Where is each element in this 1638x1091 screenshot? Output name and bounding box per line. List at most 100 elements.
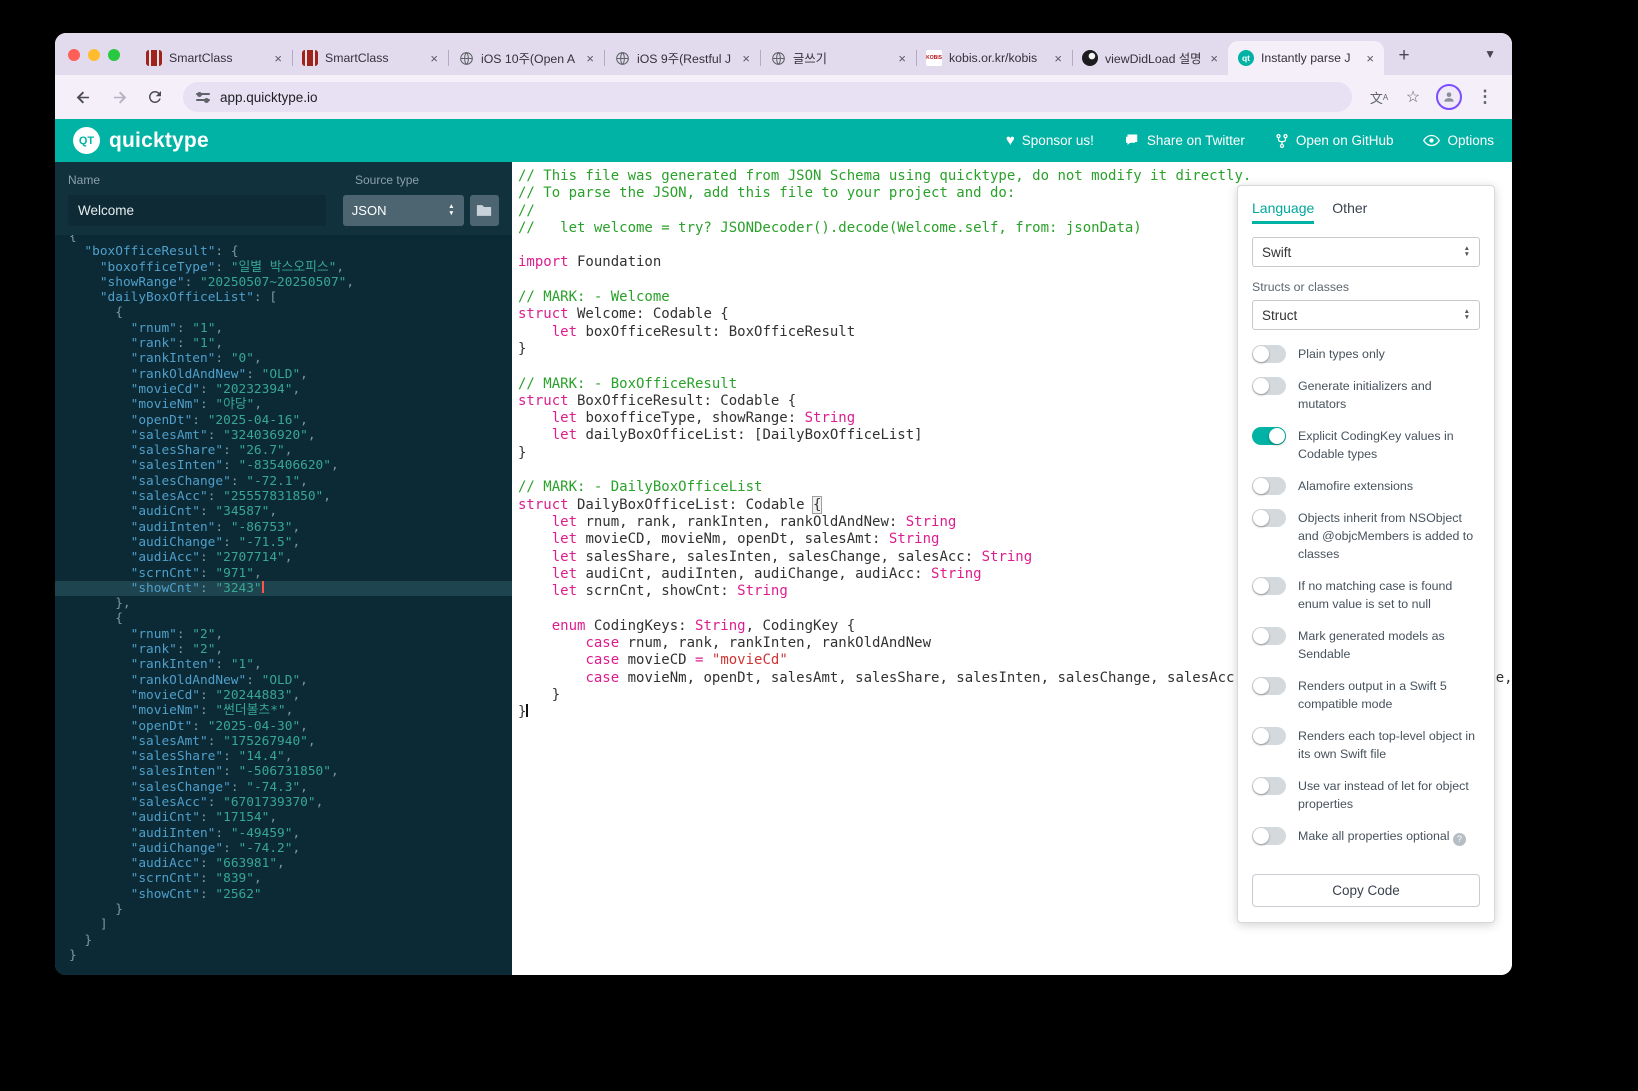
tab-close-icon[interactable]: × [896,51,908,66]
address-bar[interactable]: app.quicktype.io [183,82,1352,112]
browser-tab[interactable]: iOS 9주(Restful J × [604,41,760,75]
heart-icon: ♥ [1005,132,1015,149]
forward-button[interactable] [103,81,135,113]
bookmark-star-icon[interactable]: ☆ [1398,82,1428,112]
toggle-switch[interactable] [1252,676,1286,695]
tab-title: iOS 10주(Open A [481,52,576,66]
toggle-switch[interactable] [1252,476,1286,495]
option-row: Use var instead of let for object proper… [1252,776,1480,814]
toggle-knob [1253,577,1269,594]
browser-tab[interactable]: SmartClass × [292,41,448,75]
desktop-background: SmartClass × SmartClass × iOS 10주(Open A × iOS… [0,0,1638,1091]
profile-avatar[interactable] [1436,84,1462,110]
tab-close-icon[interactable]: × [1364,51,1376,66]
structs-select[interactable]: Struct ▲ ▼ [1252,300,1480,330]
toggle-switch[interactable] [1252,426,1286,445]
tab-other[interactable]: Other [1332,200,1367,224]
toggle-label: Renders each top-level object in its own… [1298,728,1476,761]
minimize-window-button[interactable] [88,49,100,61]
toggle-switch[interactable] [1252,626,1286,645]
json-line: "audiChange": "-71.5", [130,534,301,550]
toggle-switch[interactable] [1252,376,1286,395]
tab-language[interactable]: Language [1252,200,1315,224]
toggle-switch[interactable] [1252,776,1286,795]
toggle-label: Make all properties optional ? [1298,827,1466,846]
tab-close-icon[interactable]: × [1208,51,1220,66]
language-select[interactable]: Swift ▲ ▼ [1252,237,1480,267]
translate-icon[interactable]: 文A [1364,82,1394,112]
person-icon [1444,92,1454,102]
quicktype-brand[interactable]: QT quicktype [73,127,209,154]
reload-button[interactable] [139,81,171,113]
text-cursor [261,580,264,593]
json-editor[interactable]: { "boxOfficeResult": { "boxofficeType": … [55,235,512,975]
toggle-switch[interactable] [1252,576,1286,595]
toggle-switch[interactable] [1252,508,1286,527]
back-arrow-icon [76,90,89,104]
json-line: } [69,947,77,963]
close-window-button[interactable] [68,49,80,61]
browser-tab[interactable]: viewDidLoad 설명 × [1072,41,1228,75]
tab-close-icon[interactable]: × [428,51,440,66]
name-label: Name [68,173,101,187]
globe-favicon [770,50,786,66]
tab-close-icon[interactable]: × [584,51,596,66]
panel-tabs: Language Other [1252,200,1480,224]
json-line: "movieNm": "야당", [130,397,263,413]
share-twitter-link[interactable]: Share on Twitter [1124,133,1245,148]
json-line: "movieNm": "썬더볼츠*", [130,703,294,719]
tab-close-icon[interactable]: × [272,51,284,66]
options-link[interactable]: Options [1423,133,1494,148]
page-content: Name Source type JSON ▲▼ { "b [55,162,1512,975]
browser-tab[interactable]: KOBIS kobis.or.kr/kobis × [916,41,1072,75]
open-file-button[interactable] [469,195,499,226]
json-line: "showRange": "20250507~20250507", [99,274,355,290]
tab-close-icon[interactable]: × [1052,51,1064,66]
name-input[interactable] [68,195,326,226]
new-tab-button[interactable]: + [1390,42,1418,70]
select-arrows-icon: ▲ ▼ [1463,244,1470,258]
header-links: ♥ Sponsor us! Share on Twitter Open on G… [1006,132,1494,149]
toggle-label: Renders output in a Swift 5 compatible m… [1298,678,1447,711]
sponsor-link[interactable]: ♥ Sponsor us! [1006,132,1094,149]
brand-name: quicktype [109,128,209,152]
back-button[interactable] [67,81,99,113]
reload-icon [148,90,161,103]
browser-tab[interactable]: SmartClass × [136,41,292,75]
tab-title: viewDidLoad 설명 [1105,52,1202,66]
copy-code-button[interactable]: Copy Code [1252,873,1480,907]
site-settings-icon[interactable] [196,91,210,103]
toggle-switch[interactable] [1252,345,1286,363]
toggle-knob [1253,777,1269,794]
viewdidload-favicon [1082,50,1098,66]
option-row: Renders each top-level object in its own… [1252,726,1480,764]
github-link[interactable]: Open on GitHub [1275,133,1393,149]
tab-strip: SmartClass × SmartClass × iOS 10주(Open A × iOS… [55,33,1512,75]
json-line: "rankOldAndNew": "OLD", [130,366,308,382]
browser-tab[interactable]: qt Instantly parse J × [1228,41,1384,75]
browser-tab[interactable]: 글쓰기 × [760,41,916,75]
browser-tab[interactable]: iOS 10주(Open A × [448,41,604,75]
help-icon[interactable]: ? [1452,832,1466,846]
toggle-switch[interactable] [1252,826,1286,845]
option-row: If no matching case is found enum value … [1252,576,1480,614]
toggle-knob [1253,827,1269,844]
toggle-switch[interactable] [1252,726,1286,745]
fullscreen-window-button[interactable] [108,49,120,61]
tab-title: SmartClass [169,51,233,65]
json-line: "audiAcc": "2707714", [130,550,293,566]
option-row: Make all properties optional ? [1252,826,1480,846]
json-line: "rnum": "2", [130,626,224,642]
browser-window: SmartClass × SmartClass × iOS 10주(Open A × iOS… [55,33,1512,975]
option-row: Mark generated models as Sendable [1252,626,1480,664]
tab-close-icon[interactable]: × [740,51,752,66]
tab-search-chevron-icon[interactable]: ▼ [1484,47,1496,61]
quicktype-favicon: qt [1238,50,1254,66]
source-type-select[interactable]: JSON ▲ ▼ [342,195,464,226]
json-line: "audiInten": "-49459", [130,825,301,841]
app-header: QT quicktype ♥ Sponsor us! Share on Twit… [55,119,1512,162]
toggle-label: Mark generated models as Sendable [1298,628,1445,661]
window-controls [68,49,120,61]
json-line: "salesAmt": "324036920", [130,427,316,443]
browser-menu-icon[interactable]: ⋮ [1470,82,1500,112]
